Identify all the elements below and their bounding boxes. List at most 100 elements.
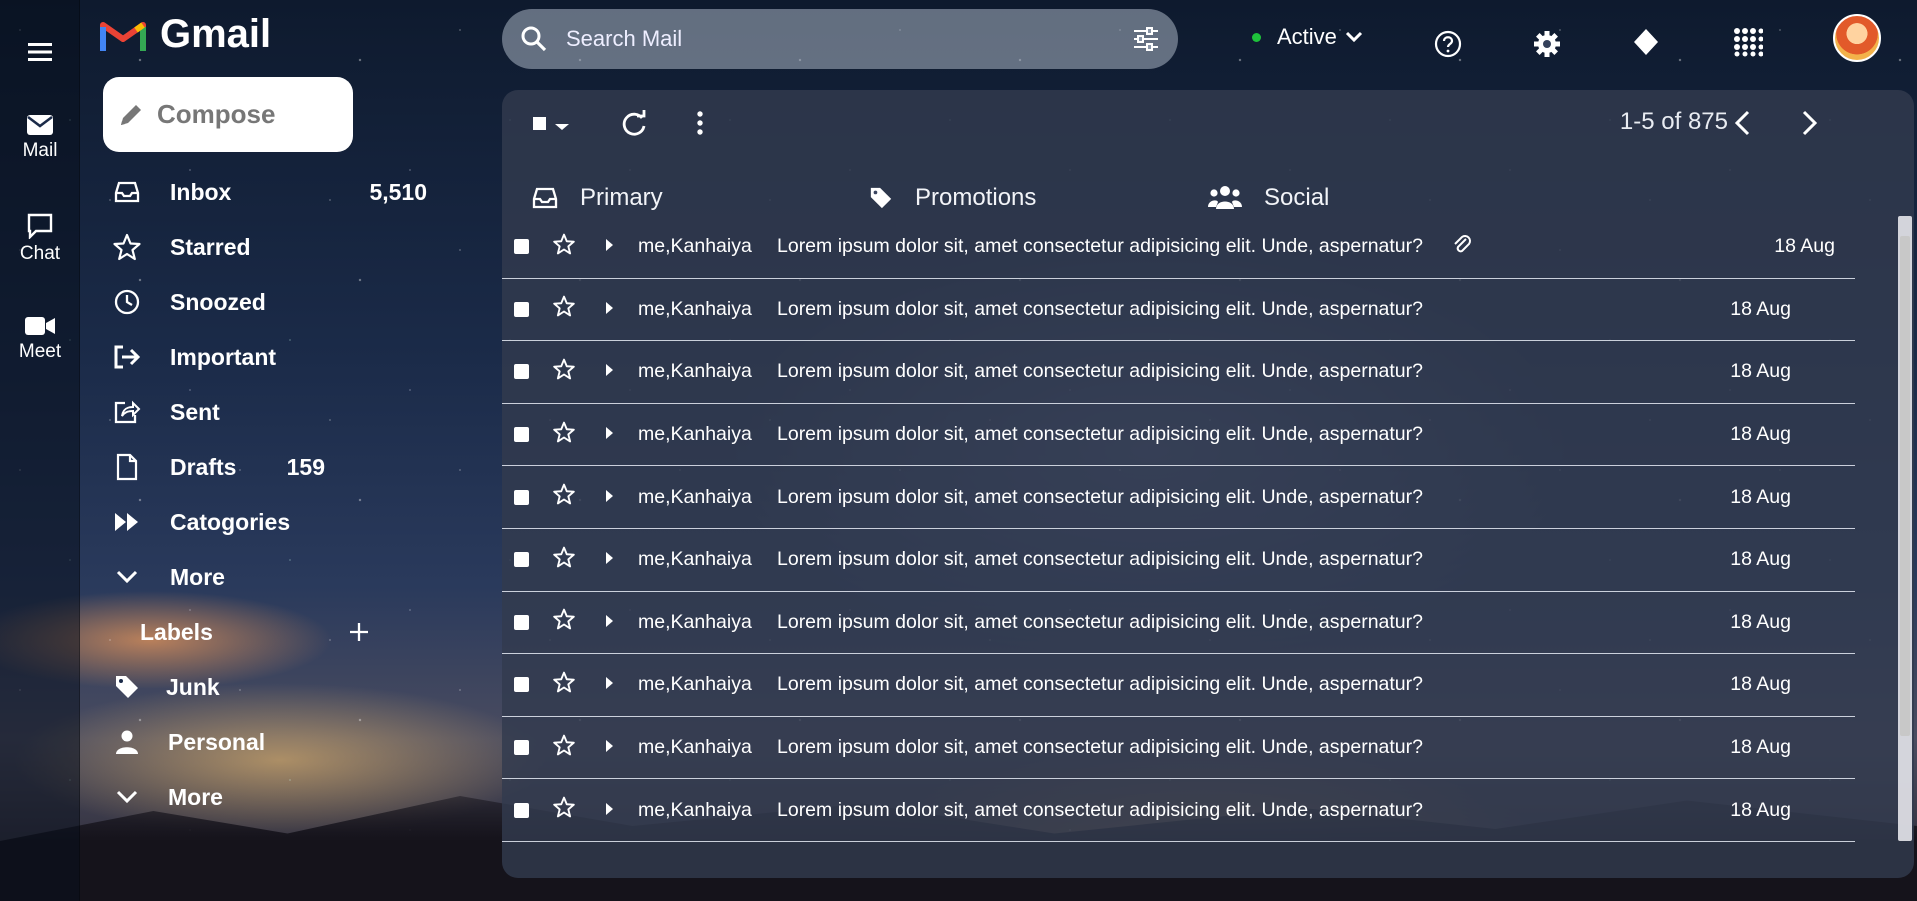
more-vertical-icon[interactable] [695, 110, 705, 136]
email-subject: Lorem ipsum dolor sit, amet consectetur … [777, 673, 1423, 696]
sidebar-item-categories[interactable]: Catogories [112, 502, 432, 542]
attachment-indicator [1452, 233, 1472, 261]
email-checkbox[interactable] [514, 802, 529, 818]
email-row[interactable]: me,Kanhaiya Lorem ipsum dolor sit, amet c… [502, 279, 1855, 342]
status-dot [1252, 32, 1261, 42]
email-checkbox[interactable] [514, 552, 529, 568]
compose-button[interactable]: Compose [103, 77, 353, 152]
email-row[interactable]: me,Kanhaiya Lorem ipsum dolor sit, amet c… [502, 717, 1855, 780]
search-icon[interactable] [520, 25, 548, 53]
search-input[interactable] [566, 26, 1114, 52]
diamond-icon[interactable] [1632, 22, 1660, 62]
email-row[interactable]: me,Kanhaiya Lorem ipsum dolor sit, amet c… [502, 654, 1855, 717]
sidebar-item-starred[interactable]: Starred [112, 227, 432, 267]
tab-promotions[interactable]: Promotions [869, 184, 1036, 212]
email-checkbox[interactable] [514, 489, 529, 505]
expand-toggle[interactable] [604, 736, 614, 759]
email-subject: Lorem ipsum dolor sit, amet consectetur … [777, 297, 1423, 320]
email-row[interactable]: me,Kanhaiya Lorem ipsum dolor sit, amet c… [502, 341, 1855, 404]
star-toggle[interactable] [553, 421, 575, 449]
sidebar-item-label: More [168, 783, 223, 810]
star-toggle[interactable] [553, 546, 575, 574]
labels-header: Labels [140, 612, 370, 652]
tab-social[interactable]: Social [1208, 184, 1329, 212]
status-selector[interactable]: Active [1252, 24, 1363, 50]
expand-toggle[interactable] [604, 548, 614, 571]
expand-toggle[interactable] [604, 360, 614, 383]
checkbox-dropdown-icon [533, 117, 569, 130]
star-toggle[interactable] [553, 483, 575, 511]
email-date: 18 Aug [1730, 798, 1791, 821]
email-date: 18 Aug [1730, 736, 1791, 759]
star-icon [553, 608, 575, 630]
gmail-logo[interactable]: Gmail [100, 12, 271, 57]
email-row[interactable]: me,Kanhaiya Lorem ipsum dolor sit, amet c… [502, 466, 1855, 529]
email-sender: me,Kanhaiya [638, 673, 752, 696]
filter-options-icon[interactable] [1132, 27, 1160, 51]
sidebar-item-drafts[interactable]: Drafts 159 [112, 447, 432, 487]
star-toggle[interactable] [553, 233, 575, 261]
email-checkbox[interactable] [514, 364, 529, 380]
email-checkbox[interactable] [514, 427, 529, 443]
rail-item-meet[interactable]: Meet [0, 315, 80, 363]
select-all-checkbox[interactable] [532, 116, 574, 141]
app-rail: Mail Chat Meet [0, 0, 80, 901]
expand-toggle[interactable] [604, 486, 614, 509]
apps-grid-icon[interactable] [1733, 22, 1763, 62]
sidebar-label-junk[interactable]: Junk [112, 667, 432, 707]
email-date: 18 Aug [1730, 297, 1791, 320]
people-icon [1208, 186, 1242, 209]
rail-item-chat[interactable]: Chat [0, 213, 80, 265]
sidebar-item-important[interactable]: Important [112, 337, 432, 377]
email-list-scrollbar[interactable] [1898, 216, 1912, 841]
expand-toggle[interactable] [604, 799, 614, 822]
chevron-left-icon[interactable] [1733, 110, 1751, 136]
star-toggle[interactable] [553, 671, 575, 699]
sidebar-label-personal[interactable]: Personal [112, 722, 432, 762]
email-checkbox[interactable] [514, 614, 529, 630]
rail-item-mail[interactable]: Mail [0, 114, 80, 162]
email-row[interactable]: me,Kanhaiya Lorem ipsum dolor sit, amet c… [502, 529, 1855, 592]
expand-toggle[interactable] [604, 298, 614, 321]
email-subject: Lorem ipsum dolor sit, amet consectetur … [777, 736, 1423, 759]
caret-right-icon [606, 677, 613, 690]
account-avatar[interactable] [1833, 14, 1881, 62]
star-toggle[interactable] [553, 796, 575, 824]
expand-toggle[interactable] [604, 611, 614, 634]
star-toggle[interactable] [553, 358, 575, 386]
star-toggle[interactable] [553, 295, 575, 323]
sidebar-item-snoozed[interactable]: Snoozed [112, 282, 432, 322]
star-toggle[interactable] [553, 734, 575, 762]
refresh-icon[interactable] [620, 110, 648, 138]
email-row[interactable]: me,Kanhaiya Lorem ipsum dolor sit, amet c… [502, 216, 1855, 279]
expand-toggle[interactable] [604, 673, 614, 696]
email-list: me,Kanhaiya Lorem ipsum dolor sit, amet c… [502, 216, 1855, 842]
email-subject: Lorem ipsum dolor sit, amet consectetur … [777, 485, 1423, 508]
email-checkbox[interactable] [514, 301, 529, 317]
expand-toggle[interactable] [604, 423, 614, 446]
help-icon[interactable] [1434, 24, 1462, 64]
sidebar-item-inbox[interactable]: Inbox 5,510 [112, 172, 432, 212]
email-checkbox[interactable] [514, 740, 529, 756]
email-checkbox[interactable] [514, 239, 529, 255]
scrollbar-thumb[interactable] [1900, 236, 1910, 736]
expand-toggle[interactable] [604, 235, 614, 258]
add-label-icon[interactable] [348, 621, 370, 643]
caret-right-icon [606, 552, 613, 565]
email-row[interactable]: me,Kanhaiya Lorem ipsum dolor sit, amet c… [502, 404, 1855, 467]
email-row[interactable]: me,Kanhaiya Lorem ipsum dolor sit, amet c… [502, 592, 1855, 655]
chevron-right-icon[interactable] [1801, 110, 1819, 136]
main-menu-button[interactable] [0, 42, 80, 66]
star-toggle[interactable] [553, 608, 575, 636]
attachment-icon [1454, 234, 1471, 253]
settings-gear-icon[interactable] [1533, 24, 1561, 64]
sidebar-item-sent[interactable]: Sent [112, 392, 432, 432]
tab-primary[interactable]: Primary [532, 184, 663, 212]
email-row[interactable]: me,Kanhaiya Lorem ipsum dolor sit, amet c… [502, 779, 1855, 842]
sidebar-item-more[interactable]: More [112, 557, 432, 597]
star-icon [553, 796, 575, 818]
star-icon [553, 358, 575, 380]
sidebar-label-more[interactable]: More [112, 777, 432, 817]
email-checkbox[interactable] [514, 677, 529, 693]
sidebar-item-label: Snoozed [170, 288, 266, 315]
